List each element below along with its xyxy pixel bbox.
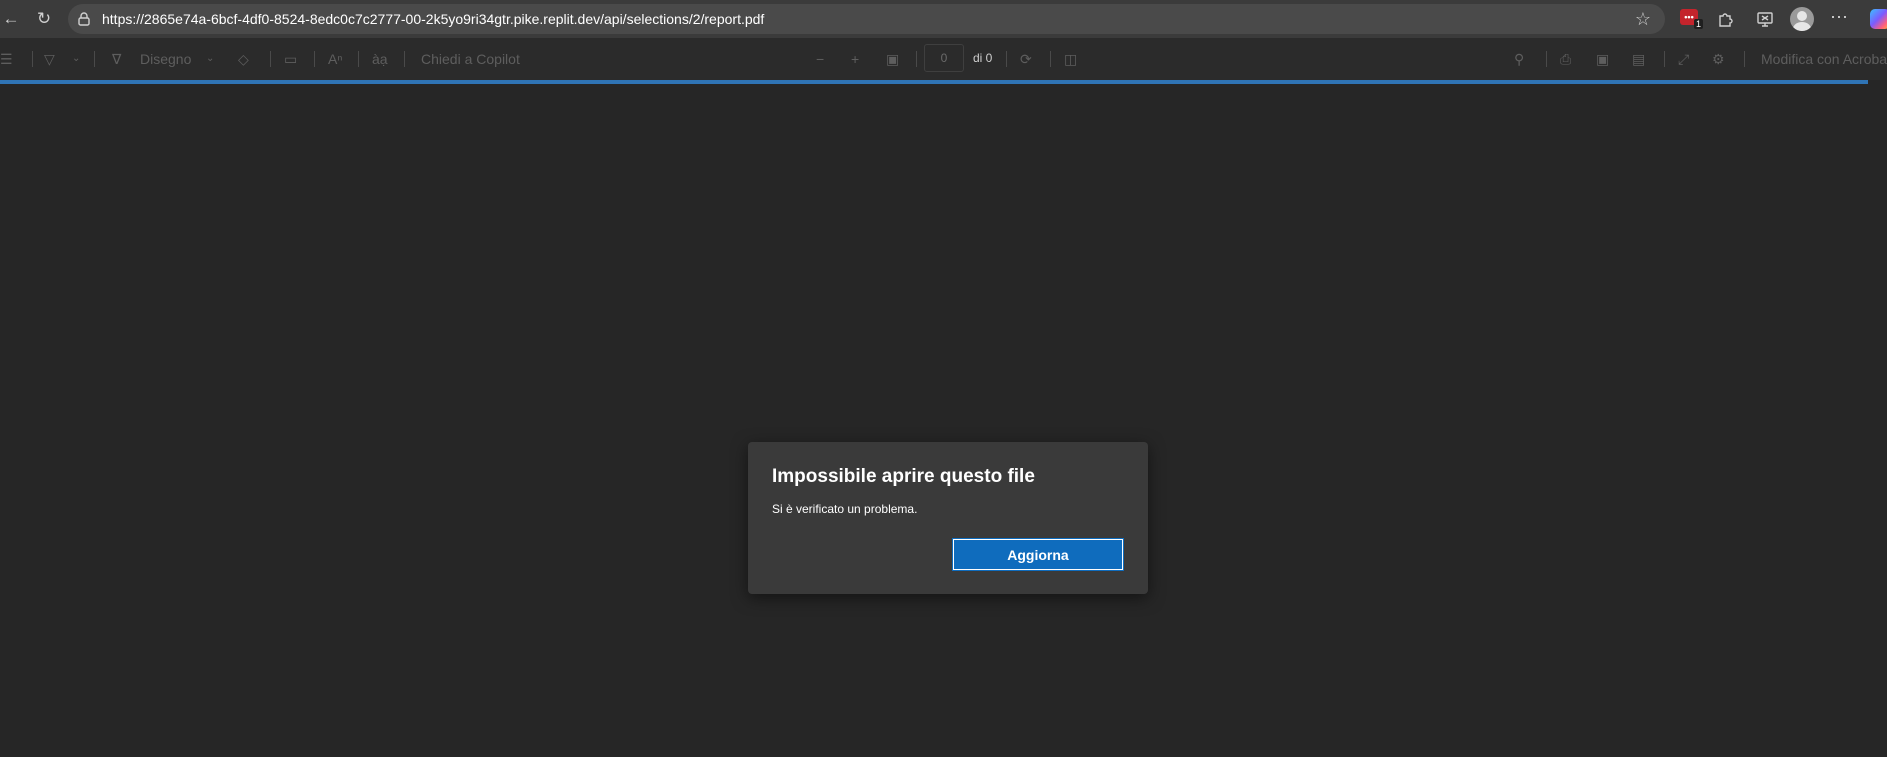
contents-icon[interactable]: ☰ [0,50,13,68]
toolbar-divider [32,51,33,67]
puzzle-icon [1719,13,1733,27]
toolbar-divider [916,51,917,67]
zoom-out-icon[interactable]: − [816,50,824,68]
edit-with-acrobat-button[interactable]: Modifica con Acrobat [1761,50,1887,68]
browser-toolbar: ← ↻ https://2865e74a-6bcf-4df0-8524-8edc… [0,0,1887,38]
ellipsis-icon: ⋯ [1830,7,1848,27]
favorite-star-icon[interactable]: ☆ [1635,9,1651,30]
toolbar-divider [358,51,359,67]
page-number-input[interactable]: 0 [924,44,964,72]
extensions-button[interactable] [1714,8,1736,30]
toolbar-divider [1006,51,1007,67]
lock-icon [78,12,90,26]
read-aloud-icon[interactable]: Aⁿ [328,50,342,68]
fullscreen-icon[interactable]: ⤢ [1678,50,1689,68]
fit-page-icon[interactable]: ▣ [886,50,899,68]
loading-progress-bar [0,80,1868,84]
toolbar-divider [270,51,271,67]
draw-icon[interactable]: ∇ [112,50,121,68]
search-icon[interactable]: ⚲ [1514,50,1524,68]
page-view-icon[interactable]: ◫ [1064,50,1077,68]
chevron-down-icon[interactable]: ⌄ [206,50,214,68]
zoom-in-icon[interactable]: + [851,50,859,68]
rotate-icon[interactable]: ⟳ [1020,50,1032,68]
url-text: https://2865e74a-6bcf-4df0-8524-8edc0c7c… [102,11,765,27]
extension-badge-count: 1 [1694,19,1704,29]
draw-label[interactable]: Disegno [140,50,191,68]
settings-icon[interactable]: ⚙ [1712,50,1725,68]
reload-icon: ↻ [36,9,52,28]
screen-icon [1757,12,1773,27]
reload-button[interactable]: ↻ [33,8,55,30]
dialog-message: Si è verificato un problema. [772,502,918,516]
profile-avatar[interactable] [1790,7,1814,31]
toolbar-divider [404,51,405,67]
save-as-icon[interactable]: ▤ [1632,50,1645,68]
toolbar-divider [1664,51,1665,67]
address-bar[interactable]: https://2865e74a-6bcf-4df0-8524-8edc0c7c… [68,4,1665,34]
arrow-left-icon: ← [2,9,20,28]
refresh-button[interactable]: Aggiorna [952,538,1124,571]
more-button[interactable]: ⋯ [1828,8,1850,30]
dialog-title: Impossibile aprire questo file [772,466,1035,487]
ask-copilot-button[interactable]: Chiedi a Copilot [421,50,520,68]
page-total-label: di 0 [973,51,993,65]
error-dialog: Impossibile aprire questo file Si è veri… [748,442,1148,594]
screen-capture-button[interactable] [1754,8,1776,30]
text-icon[interactable]: ▭ [284,50,297,68]
translate-icon[interactable]: àạ [372,50,388,68]
highlight-icon[interactable]: ▽ [44,50,55,68]
toolbar-divider [1744,51,1745,67]
chevron-down-icon[interactable]: ⌄ [72,50,80,68]
copilot-icon[interactable] [1870,9,1887,29]
save-icon[interactable]: ▣ [1596,50,1609,68]
toolbar-divider [1050,51,1051,67]
toolbar-divider [314,51,315,67]
erase-icon[interactable]: ◇ [238,50,249,68]
toolbar-divider [1546,51,1547,67]
toolbar-divider [94,51,95,67]
pdf-toolbar: ☰ ▽ ⌄ ∇ Disegno ⌄ ◇ ▭ Aⁿ àạ Chiedi a Cop… [0,38,1887,80]
print-icon[interactable]: ⎙ [1560,50,1571,68]
back-button[interactable]: ← [0,8,22,30]
